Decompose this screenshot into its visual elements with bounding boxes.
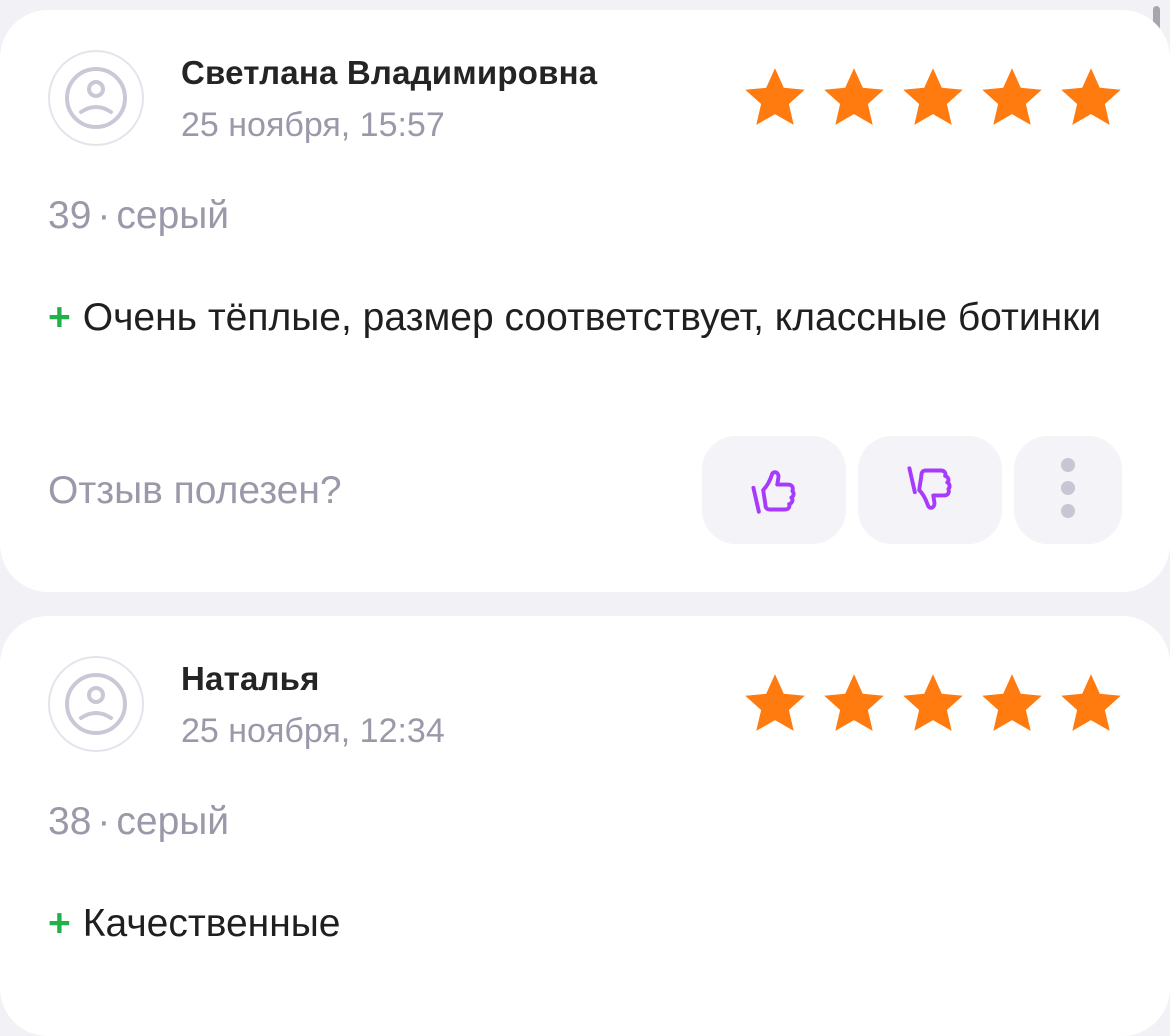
review-pros: + Качественные xyxy=(48,894,1128,953)
review-pros: + Очень тёплые, размер соответствует, кла… xyxy=(48,288,1128,347)
review-card: Наталья 25 ноября, 12:34 38 · серый + Качес… xyxy=(0,616,1170,1036)
star-icon xyxy=(982,68,1042,125)
review-date: 25 ноября, 12:34 xyxy=(181,712,445,750)
review-card: Светлана Владимировна 25 ноября, 15:57 3… xyxy=(0,10,1170,592)
variant-color: серый xyxy=(116,194,230,237)
variant-separator: · xyxy=(97,800,111,843)
star-icon xyxy=(824,68,884,125)
dislike-button[interactable] xyxy=(858,436,1002,544)
star-icon xyxy=(903,68,963,125)
more-vertical-icon xyxy=(1061,458,1075,518)
sad-face-icon xyxy=(65,67,127,129)
rating-stars xyxy=(740,670,1126,738)
review-author: Светлана Владимировна xyxy=(181,54,598,91)
like-button[interactable] xyxy=(702,436,846,544)
review-text: Качественные xyxy=(82,902,341,945)
variant-separator: · xyxy=(97,194,111,237)
star-icon xyxy=(824,674,884,731)
star-icon xyxy=(745,674,805,731)
variant-color: серый xyxy=(116,800,230,843)
thumbs-up-icon xyxy=(751,470,796,514)
sad-face-icon xyxy=(65,673,127,735)
star-icon xyxy=(1061,68,1121,125)
product-variant: 39 · серый xyxy=(48,194,229,238)
review-text: Очень тёплые, размер соответствует, клас… xyxy=(82,296,1102,339)
plus-sign: + xyxy=(48,902,71,945)
variant-size: 38 xyxy=(48,800,92,843)
helpful-question: Отзыв полезен? xyxy=(48,469,342,512)
thumbs-down-icon xyxy=(907,466,952,510)
avatar xyxy=(48,656,144,752)
review-date: 25 ноября, 15:57 xyxy=(181,106,445,144)
more-options-button[interactable] xyxy=(1014,436,1122,544)
star-icon xyxy=(982,674,1042,731)
plus-sign: + xyxy=(48,296,71,339)
variant-size: 39 xyxy=(48,194,92,237)
star-icon xyxy=(903,674,963,731)
star-icon xyxy=(745,68,805,125)
rating-stars xyxy=(740,64,1126,132)
review-author: Наталья xyxy=(181,660,320,697)
product-variant: 38 · серый xyxy=(48,800,229,844)
star-icon xyxy=(1061,674,1121,731)
avatar xyxy=(48,50,144,146)
